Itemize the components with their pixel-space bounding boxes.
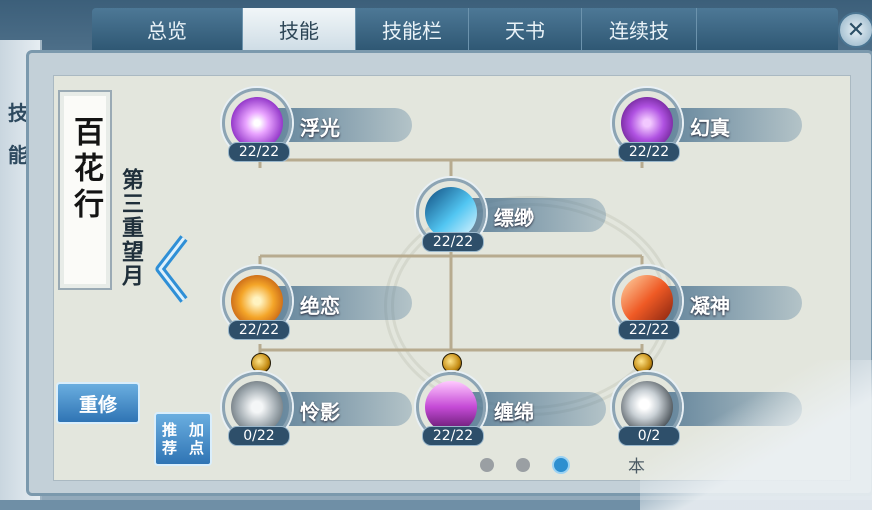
skill-name: 怜影 [300, 400, 340, 424]
skill-node[interactable]: 0/2 [612, 372, 802, 446]
skill-level: 22/22 [228, 142, 290, 162]
page-dot[interactable] [516, 458, 530, 472]
skill-level: 22/22 [422, 232, 484, 252]
skill-name: 缠绵 [494, 400, 534, 424]
skill-name: 幻真 [690, 116, 730, 140]
skill-name: 绝恋 [300, 294, 340, 318]
page-dot[interactable] [480, 458, 494, 472]
upgrade-orb-icon[interactable] [442, 353, 462, 373]
skill-node[interactable]: 缥缈 22/22 [416, 178, 606, 252]
page-dot-active[interactable] [552, 456, 570, 474]
skill-name: 凝神 [690, 294, 730, 318]
skill-node[interactable]: 缠绵 22/22 [416, 372, 606, 446]
skill-node[interactable]: 浮光 22/22 [222, 88, 412, 162]
upgrade-orb-icon[interactable] [251, 353, 271, 373]
skill-name: 浮光 [300, 116, 340, 140]
skill-level: 22/22 [618, 142, 680, 162]
skill-node[interactable]: 绝恋 22/22 [222, 266, 412, 340]
skill-level: 0/22 [228, 426, 290, 446]
skill-level: 22/22 [422, 426, 484, 446]
skill-name: 缥缈 [494, 206, 534, 230]
skill-node[interactable]: 怜影 0/22 [222, 372, 412, 446]
skill-node[interactable]: 凝神 22/22 [612, 266, 802, 340]
upgrade-orb-icon[interactable] [633, 353, 653, 373]
skill-level: 0/2 [618, 426, 680, 446]
skill-level: 22/22 [618, 320, 680, 340]
footer-text: 本 [628, 457, 645, 477]
skill-level: 22/22 [228, 320, 290, 340]
skill-node[interactable]: 幻真 22/22 [612, 88, 802, 162]
